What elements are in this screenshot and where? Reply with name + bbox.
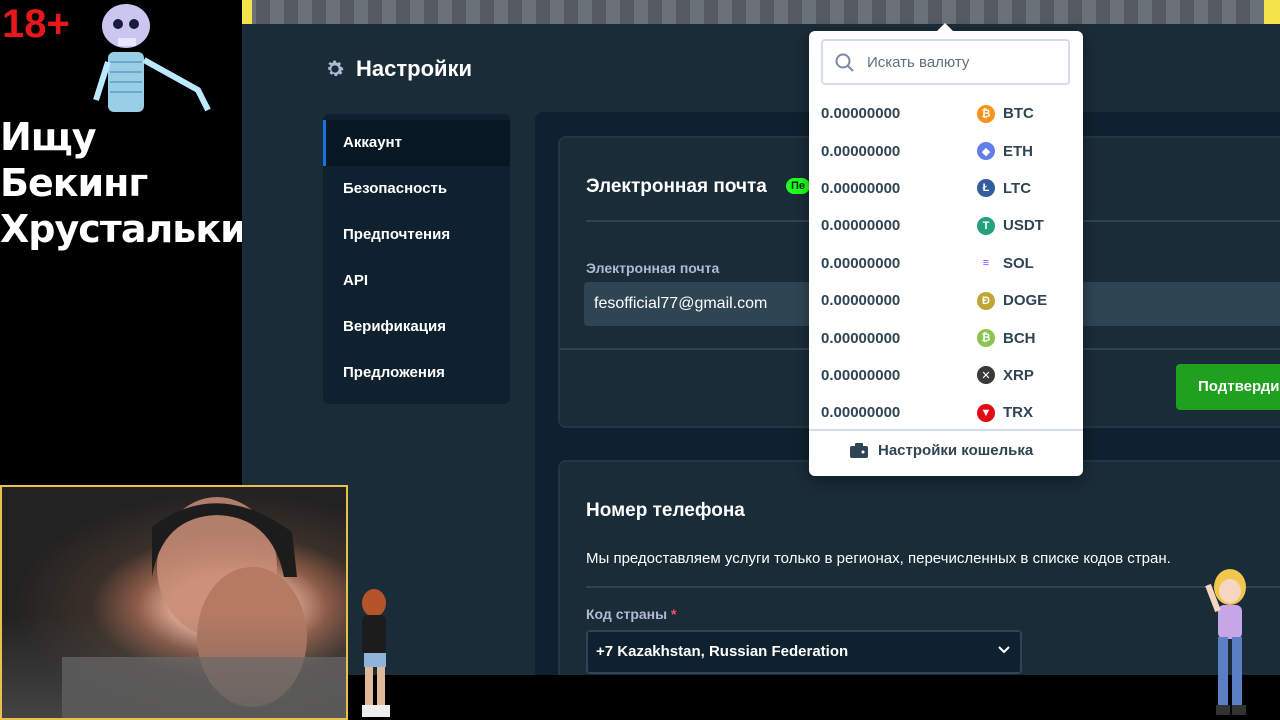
currency-row-xrp[interactable]: 0.00000000 ✕ XRP [809,357,1083,394]
currency-balance: 0.00000000 [821,366,901,384]
phone-description: Мы предоставляем услуги только в региона… [586,550,1171,567]
skeleton-sticker [93,4,211,112]
email-card-title: Электронная почта [586,176,767,197]
wallet-settings-label: Настройки кошелька [878,442,1034,459]
currency-balance: 0.00000000 [821,254,901,272]
currency-balance: 0.00000000 [821,404,901,422]
currency-row-bch[interactable]: 0.00000000 ₿ BCH [809,319,1083,356]
currency-code: LTC [1003,179,1032,197]
currency-search-placeholder: Искать валюту [867,54,970,71]
character-sprite-right [1205,569,1246,715]
phone-card-title: Номер телефона [586,500,745,521]
search-icon [835,53,854,72]
required-mark: * [670,606,677,622]
currency-row-eth[interactable]: 0.00000000 ◆ ETH [809,132,1083,169]
litecoin-icon: Ł [977,179,995,198]
sidebar-item-account[interactable]: Аккаунт [323,120,510,166]
page-title-text: Настройки [356,56,473,81]
currency-code: SOL [1003,254,1034,272]
email-field-label: Электронная почта [586,260,720,276]
currency-code: ETH [1003,142,1033,160]
country-code-label: Код страны * [586,606,676,622]
country-code-value: +7 Kazakhstan, Russian Federation [596,643,849,660]
solana-icon: ≡ [982,257,990,270]
confirm-email-button[interactable]: Подтверди [1176,364,1280,410]
currency-list: 0.00000000 ₿ BTC 0.00000000 ◆ ETH 0.0000… [809,95,1083,432]
tron-icon: ▼ [977,403,995,422]
browser-top-strip [242,0,1280,24]
currency-row-btc[interactable]: 0.00000000 ₿ BTC [809,95,1083,132]
sidebar-item-security[interactable]: Безопасность [323,166,510,212]
currency-dropdown: Искать валюту 0.00000000 ₿ BTC 0.0000000… [809,23,1083,476]
currency-code: BCH [1003,329,1036,347]
currency-balance: 0.00000000 [821,217,901,235]
currency-code: TRX [1003,404,1033,422]
wallet-icon [850,442,868,458]
currency-balance: 0.00000000 [821,179,901,197]
currency-code: XRP [1003,366,1034,384]
bitcoin-cash-icon: ₿ [977,329,995,348]
verified-badge: Пе [786,178,811,194]
chevron-down-icon [998,646,1010,654]
xrp-icon: ✕ [977,366,995,385]
currency-row-ltc[interactable]: 0.00000000 Ł LTC [809,170,1083,207]
currency-code: DOGE [1003,292,1048,310]
settings-sidebar: Аккаунт Безопасность Предпочтения API Ве… [323,114,510,404]
sidebar-item-verification[interactable]: Верификация [323,304,510,350]
webcam-feed [0,485,348,720]
sidebar-item-offers[interactable]: Предложения [323,350,510,396]
sidebar-item-preferences[interactable]: Предпочтения [323,212,510,258]
currency-balance: 0.00000000 [821,329,901,347]
page-title: Настройки [324,56,472,82]
divider [809,429,1083,431]
divider [586,586,1280,588]
currency-code: USDT [1003,217,1044,235]
ethereum-icon: ◆ [977,142,995,161]
phone-card: Номер телефона Мы предоставляем услуги т… [558,460,1280,675]
gear-icon [328,60,344,77]
settings-page: Настройки Аккаунт Безопасность Предпочте… [242,24,1280,675]
sidebar-item-api[interactable]: API [323,258,510,304]
bitcoin-icon: ₿ [977,104,995,123]
country-code-label-text: Код страны [586,606,668,622]
currency-search-input[interactable]: Искать валюту [821,39,1070,85]
stream-caption: Ищу Бекинг Хрустальки [0,115,247,251]
webcam-shade [2,487,346,718]
currency-row-usdt[interactable]: 0.00000000 T USDT [809,207,1083,244]
currency-balance: 0.00000000 [821,142,901,160]
currency-balance: 0.00000000 [821,105,901,123]
wallet-settings-button[interactable]: Настройки кошелька [849,442,1033,459]
currency-balance: 0.00000000 [821,292,901,310]
age-rating-badge: 18+ [2,2,70,46]
currency-row-trx[interactable]: 0.00000000 ▼ TRX [809,394,1083,431]
currency-code: BTC [1003,105,1034,123]
country-code-select[interactable]: +7 Kazakhstan, Russian Federation [586,630,1022,674]
tether-icon: T [977,216,995,235]
currency-row-sol[interactable]: 0.00000000 ≡ SOL [809,245,1083,282]
character-sprite-left [362,589,390,717]
dogecoin-icon: Ð [977,291,995,310]
currency-row-doge[interactable]: 0.00000000 Ð DOGE [809,282,1083,319]
